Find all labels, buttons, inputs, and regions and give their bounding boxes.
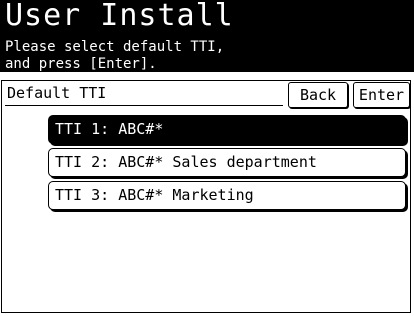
header-bar: User Install Please select default TTI, … xyxy=(0,0,414,72)
enter-button[interactable]: Enter xyxy=(353,82,410,108)
screen-title: User Install xyxy=(5,0,234,33)
tti-list: TTI 1: ABC#* TTI 2: ABC#* Sales departme… xyxy=(48,115,406,214)
tti-option-3[interactable]: TTI 3: ABC#* Marketing xyxy=(48,181,406,210)
tti-option-2[interactable]: TTI 2: ABC#* Sales department xyxy=(48,148,406,177)
instruction-line-2: and press [Enter]. xyxy=(5,56,157,72)
selection-panel: Default TTI Back Enter TTI 1: ABC#* TTI … xyxy=(1,80,411,313)
tti-option-1[interactable]: TTI 1: ABC#* xyxy=(48,115,406,144)
default-tti-label: Default TTI xyxy=(7,84,107,102)
back-button[interactable]: Back xyxy=(288,82,348,108)
instruction-line-1: Please select default TTI, xyxy=(5,39,225,55)
field-underline xyxy=(5,105,283,106)
